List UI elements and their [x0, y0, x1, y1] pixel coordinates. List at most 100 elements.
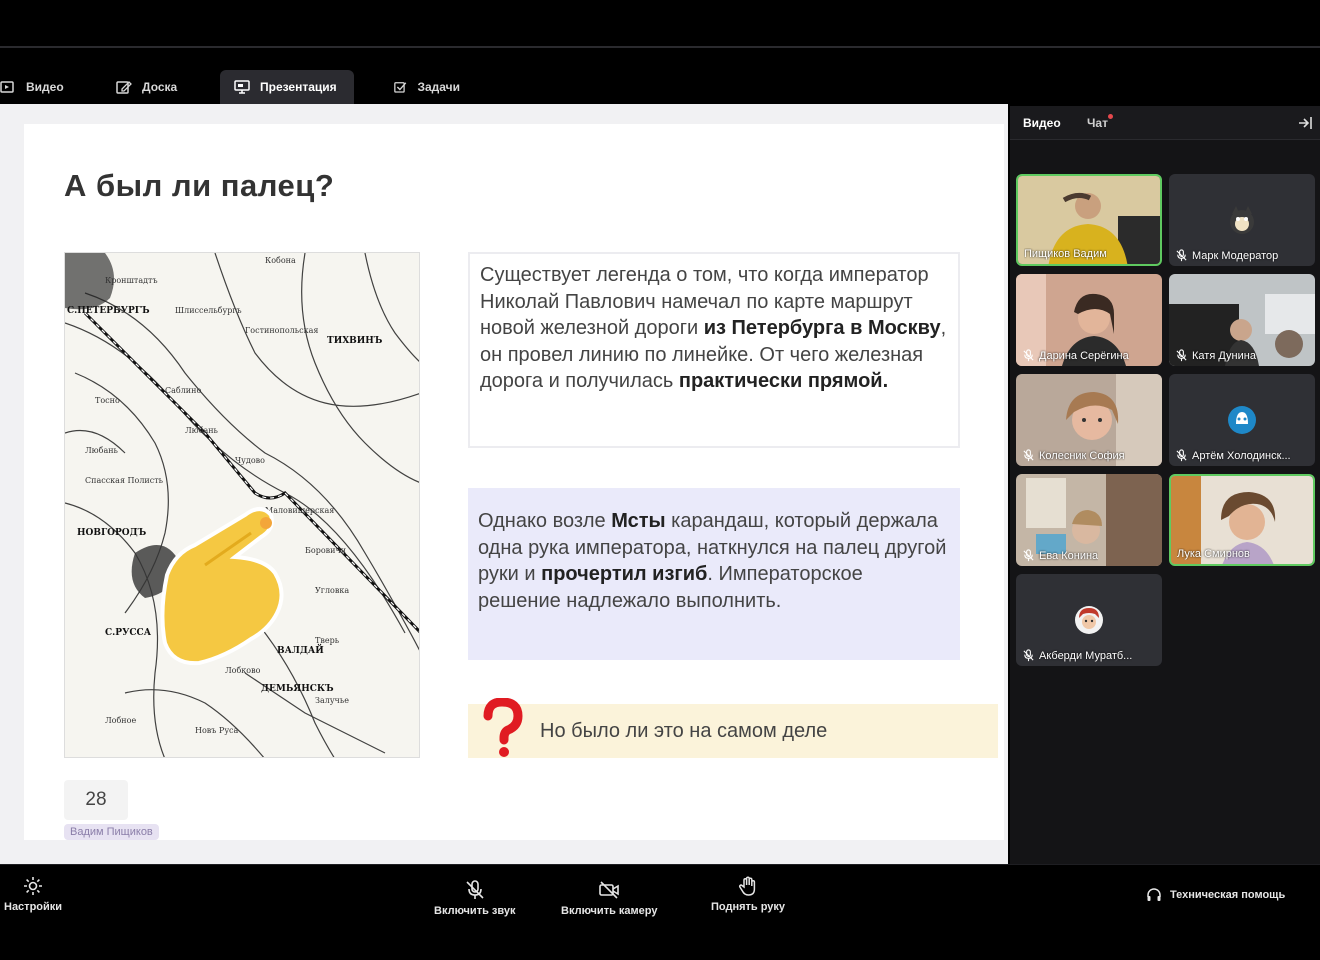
tech-support-button[interactable]: Техническая помощь — [1146, 887, 1285, 903]
mode-tabs: Видео Доска Презентация Задачи — [0, 70, 1010, 104]
question-box: Но было ли это на самом деле — [468, 698, 998, 758]
user-avatar-icon — [1228, 406, 1256, 434]
svg-text:Кронштадтъ: Кронштадтъ — [105, 276, 158, 285]
svg-text:Лобково: Лобково — [225, 666, 261, 675]
tab-video-label: Видео — [26, 80, 64, 94]
participant-tile[interactable]: Ева Конина — [1016, 474, 1162, 566]
svg-text:Чудово: Чудово — [235, 456, 265, 465]
participant-tile[interactable]: Акберди Муратб... — [1016, 574, 1162, 666]
bottom-toolbar: Настройки Включить звук Включить камеру … — [0, 864, 1320, 960]
participant-tile[interactable]: Пищиков Вадим — [1016, 174, 1162, 266]
participant-name: Артём Холодинск... — [1192, 449, 1291, 462]
raise-hand-label: Поднять руку — [711, 901, 786, 913]
participant-name-row: Дарина Серёгина — [1022, 349, 1129, 362]
participant-tile[interactable]: Дарина Серёгина — [1016, 274, 1162, 366]
tab-presentation-label: Презентация — [260, 80, 337, 94]
svg-text:Новъ Руса: Новъ Руса — [195, 726, 239, 735]
participant-name: Марк Модератор — [1192, 249, 1279, 262]
map-label-tikhvin: ТИХВИНЪ — [327, 336, 383, 346]
participant-name: Акберди Муратб... — [1039, 649, 1133, 662]
msta-text-bold1: Мсты — [611, 510, 666, 532]
edit-board-icon — [116, 81, 132, 94]
participant-tile[interactable]: Марк Модератор — [1169, 174, 1315, 266]
mic-off-icon — [1023, 549, 1034, 562]
mic-off-icon — [1023, 349, 1034, 362]
mic-off-icon — [1023, 449, 1034, 462]
svg-text:Саблино: Саблино — [165, 386, 201, 395]
participant-name: Лука Смирнов — [1177, 548, 1250, 560]
mic-off-icon — [1176, 349, 1187, 362]
collapse-panel-icon[interactable] — [1296, 114, 1314, 132]
headset-icon — [1147, 888, 1161, 901]
enable-mic-button[interactable]: Включить звук — [434, 879, 515, 917]
svg-text:Залучье: Залучье — [315, 696, 349, 705]
participant-name: Катя Дунина — [1192, 349, 1256, 362]
map-drawing: Кронштадтъ Кобона Шлиссельбургъ Гостиноп… — [65, 253, 419, 757]
svg-text:Кобона: Кобона — [265, 256, 296, 265]
settings-button[interactable]: Настройки — [4, 875, 62, 913]
map-label-russa: С.РУССА — [105, 628, 152, 638]
svg-text:Спасская Полисть: Спасская Полисть — [85, 476, 164, 485]
mic-off-icon — [1176, 249, 1187, 262]
author-badge: Вадим Пищиков — [64, 824, 159, 840]
participant-tile[interactable]: Катя Дунина — [1169, 274, 1315, 366]
participant-name: Колесник София — [1039, 449, 1125, 462]
slide-title: А был ли палец? — [64, 168, 335, 203]
participant-tile[interactable]: Колесник София — [1016, 374, 1162, 466]
video-icon — [0, 81, 14, 93]
chat-unread-dot — [1108, 114, 1113, 119]
msta-text-part1: Однако возле — [478, 510, 612, 532]
mic-off-icon — [1023, 649, 1034, 662]
participant-tile[interactable]: Лука Смирнов — [1169, 474, 1315, 566]
legend-text-bold2: практически прямой. — [678, 370, 889, 392]
enable-camera-button[interactable]: Включить камеру — [561, 879, 657, 917]
raise-hand-button[interactable]: Поднять руку — [711, 875, 785, 913]
tech-support-label: Техническая помощь — [1170, 889, 1286, 901]
participant-name-row: Марк Модератор — [1175, 249, 1278, 262]
svg-text:Тверь: Тверь — [315, 636, 340, 645]
gear-icon — [24, 877, 43, 895]
mic-off-icon — [1176, 449, 1187, 462]
map-label-demyansk: ДЕМЬЯНСКЪ — [261, 684, 334, 694]
historical-map-image: Кронштадтъ Кобона Шлиссельбургъ Гостиноп… — [64, 252, 420, 758]
tab-board[interactable]: Доска — [100, 70, 220, 104]
legend-text-box: Существует легенда о том, что когда импе… — [468, 252, 960, 448]
enable-mic-label: Включить звук — [434, 905, 516, 917]
participant-name: Пищиков Вадим — [1024, 248, 1107, 260]
participants-panel: Видео Чат Пищиков Вадим Марк Модератор Д… — [1010, 106, 1320, 864]
participant-name-row: Артём Холодинск... — [1175, 449, 1291, 462]
tab-tasks[interactable]: Задачи — [354, 70, 474, 104]
svg-text:Шлиссельбургъ: Шлиссельбургъ — [175, 306, 242, 315]
participant-tile[interactable]: Артём Холодинск... — [1169, 374, 1315, 466]
slide: А был ли палец? Кронштадтъ Кобона Шлиссе… — [24, 124, 1004, 840]
participant-name-row: Акберди Муратб... — [1022, 649, 1132, 662]
tab-video[interactable]: Видео — [0, 70, 100, 104]
panel-tab-chat[interactable]: Чат — [1087, 116, 1108, 130]
msta-text-box: Однако возле Мсты карандаш, который держ… — [468, 488, 960, 660]
mic-off-icon — [466, 880, 484, 899]
participant-name: Ева Конина — [1039, 549, 1099, 562]
presentation-icon — [234, 80, 250, 94]
participant-name-row: Ева Конина — [1022, 549, 1098, 562]
top-divider — [0, 46, 1320, 48]
user-avatar-icon — [1075, 606, 1103, 634]
enable-camera-label: Включить камеру — [561, 905, 658, 917]
participant-name-row: Колесник София — [1022, 449, 1125, 462]
participant-name-row: Лука Смирнов — [1177, 548, 1250, 560]
presentation-area: А был ли палец? Кронштадтъ Кобона Шлиссе… — [0, 104, 1008, 864]
map-label-spb: С.ПЕТЕРБУРГЪ — [67, 306, 150, 316]
svg-text:Боровичи: Боровичи — [305, 546, 346, 555]
tasks-icon — [394, 82, 407, 93]
svg-text:Любань: Любань — [185, 426, 219, 435]
slide-page-number: 28 — [64, 780, 128, 820]
svg-text:Любань: Любань — [85, 446, 119, 455]
tab-board-label: Доска — [142, 80, 178, 94]
question-text: Но было ли это на самом деле — [540, 719, 828, 742]
panel-tab-video[interactable]: Видео — [1023, 116, 1061, 130]
svg-text:Тосно: Тосно — [95, 396, 120, 405]
participant-name-row: Пищиков Вадим — [1024, 248, 1107, 260]
map-label-novgorod: НОВГОРОДЪ — [77, 528, 147, 538]
question-mark-icon — [483, 698, 523, 757]
svg-text:Маловишерская: Маловишерская — [265, 506, 334, 515]
tab-presentation[interactable]: Презентация — [220, 70, 354, 104]
